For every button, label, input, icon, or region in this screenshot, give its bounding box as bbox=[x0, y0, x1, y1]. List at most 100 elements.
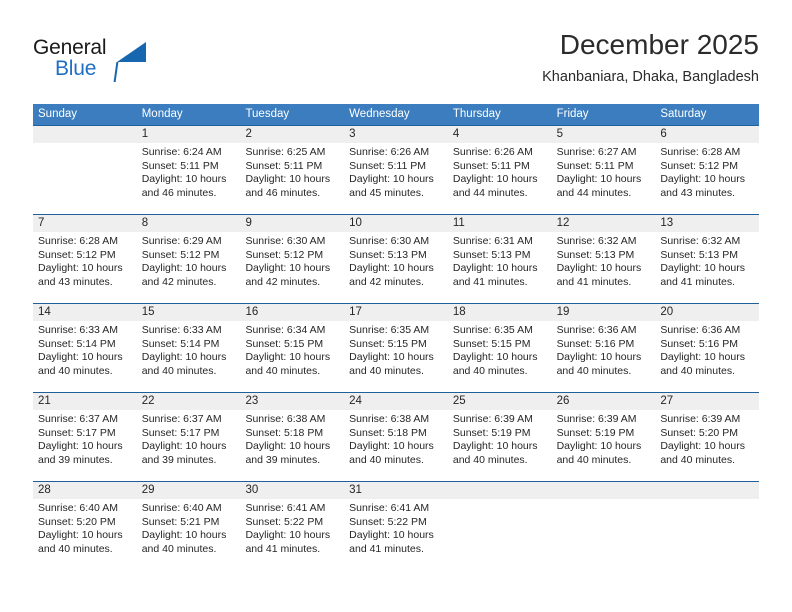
sunset-line: Sunset: 5:13 PM bbox=[349, 248, 427, 261]
day-cell[interactable]: Sunrise: 6:33 AM Sunset: 5:14 PM Dayligh… bbox=[137, 321, 241, 392]
sunrise-line: Sunrise: 6:40 AM bbox=[141, 502, 222, 514]
daylight-line-1: Daylight: 10 hours bbox=[452, 262, 538, 275]
day-number bbox=[552, 482, 656, 499]
daylight-line-2: and 40 minutes. bbox=[349, 453, 424, 466]
daylight-line-2: and 43 minutes. bbox=[660, 186, 736, 199]
calendar-week-row: 21 22 23 24 25 26 27 Sunrise: 6:37 AM Su… bbox=[33, 392, 759, 481]
day-cell[interactable]: Sunrise: 6:28 AM Sunset: 5:12 PM Dayligh… bbox=[33, 232, 137, 303]
day-number: 27 bbox=[660, 395, 674, 407]
daylight-line-1: Daylight: 10 hours bbox=[245, 173, 331, 186]
day-cell[interactable]: Sunrise: 6:25 AM Sunset: 5:11 PM Dayligh… bbox=[240, 143, 344, 214]
day-cell[interactable] bbox=[655, 499, 759, 570]
daylight-line-1: Daylight: 10 hours bbox=[452, 173, 538, 186]
day-number: 30 bbox=[245, 484, 259, 496]
day-cell[interactable]: Sunrise: 6:37 AM Sunset: 5:17 PM Dayligh… bbox=[137, 410, 241, 481]
day-cell[interactable]: Sunrise: 6:26 AM Sunset: 5:11 PM Dayligh… bbox=[344, 143, 448, 214]
day-cell[interactable] bbox=[552, 499, 656, 570]
day-cell[interactable]: Sunrise: 6:39 AM Sunset: 5:19 PM Dayligh… bbox=[552, 410, 656, 481]
day-cell[interactable]: Sunrise: 6:36 AM Sunset: 5:16 PM Dayligh… bbox=[655, 321, 759, 392]
day-cell[interactable]: Sunrise: 6:38 AM Sunset: 5:18 PM Dayligh… bbox=[344, 410, 448, 481]
sunset-line: Sunset: 5:12 PM bbox=[660, 159, 738, 172]
sunset-line: Sunset: 5:12 PM bbox=[141, 248, 220, 261]
calendar-grid: Sunday Monday Tuesday Wednesday Thursday… bbox=[33, 104, 759, 570]
sunrise-line: Sunrise: 6:33 AM bbox=[141, 324, 222, 336]
day-cell[interactable]: Sunrise: 6:37 AM Sunset: 5:17 PM Dayligh… bbox=[33, 410, 137, 481]
day-number: 21 bbox=[38, 395, 51, 407]
day-cell[interactable]: Sunrise: 6:40 AM Sunset: 5:20 PM Dayligh… bbox=[33, 499, 137, 570]
day-cell[interactable]: Sunrise: 6:35 AM Sunset: 5:15 PM Dayligh… bbox=[448, 321, 552, 392]
daylight-line-2: and 40 minutes. bbox=[556, 364, 632, 377]
sunrise-line: Sunrise: 6:41 AM bbox=[245, 502, 326, 514]
daylight-line-1: Daylight: 10 hours bbox=[452, 351, 538, 364]
daylight-line-2: and 41 minutes. bbox=[556, 275, 632, 288]
day-cell[interactable] bbox=[448, 499, 552, 570]
day-cell[interactable]: Sunrise: 6:32 AM Sunset: 5:13 PM Dayligh… bbox=[552, 232, 656, 303]
day-cell[interactable] bbox=[33, 143, 137, 214]
day-cell[interactable]: Sunrise: 6:40 AM Sunset: 5:21 PM Dayligh… bbox=[137, 499, 241, 570]
day-cell[interactable]: Sunrise: 6:38 AM Sunset: 5:18 PM Dayligh… bbox=[240, 410, 344, 481]
sunrise-line: Sunrise: 6:30 AM bbox=[349, 235, 430, 247]
day-cell[interactable]: Sunrise: 6:30 AM Sunset: 5:13 PM Dayligh… bbox=[344, 232, 448, 303]
day-cell[interactable]: Sunrise: 6:39 AM Sunset: 5:20 PM Dayligh… bbox=[655, 410, 759, 481]
day-cell[interactable]: Sunrise: 6:35 AM Sunset: 5:15 PM Dayligh… bbox=[344, 321, 448, 392]
day-cell[interactable]: Sunrise: 6:27 AM Sunset: 5:11 PM Dayligh… bbox=[552, 143, 656, 214]
day-cell[interactable]: Sunrise: 6:39 AM Sunset: 5:19 PM Dayligh… bbox=[448, 410, 552, 481]
day-number: 6 bbox=[660, 128, 667, 140]
day-cell[interactable]: Sunrise: 6:34 AM Sunset: 5:15 PM Dayligh… bbox=[240, 321, 344, 392]
daylight-line-1: Daylight: 10 hours bbox=[349, 529, 434, 542]
daylight-line-2: and 40 minutes. bbox=[452, 453, 528, 466]
sunset-line: Sunset: 5:17 PM bbox=[141, 426, 220, 439]
daylight-line-1: Daylight: 10 hours bbox=[556, 173, 642, 186]
daylight-line-1: Daylight: 10 hours bbox=[38, 262, 123, 275]
day-cell[interactable]: Sunrise: 6:29 AM Sunset: 5:12 PM Dayligh… bbox=[137, 232, 241, 303]
daylight-line-2: and 40 minutes. bbox=[452, 364, 528, 377]
sunset-line: Sunset: 5:17 PM bbox=[38, 426, 116, 439]
daylight-line-2: and 40 minutes. bbox=[38, 542, 113, 555]
sunset-line: Sunset: 5:18 PM bbox=[245, 426, 324, 439]
day-number: 5 bbox=[556, 128, 563, 140]
day-content-row: Sunrise: 6:24 AM Sunset: 5:11 PM Dayligh… bbox=[33, 143, 759, 214]
day-number: 10 bbox=[349, 217, 362, 229]
general-blue-logo: General Blue bbox=[33, 36, 163, 88]
day-cell[interactable]: Sunrise: 6:26 AM Sunset: 5:11 PM Dayligh… bbox=[448, 143, 552, 214]
day-content-row: Sunrise: 6:33 AM Sunset: 5:14 PM Dayligh… bbox=[33, 321, 759, 392]
day-number: 23 bbox=[245, 395, 259, 407]
day-cell[interactable]: Sunrise: 6:24 AM Sunset: 5:11 PM Dayligh… bbox=[137, 143, 241, 214]
daylight-line-1: Daylight: 10 hours bbox=[141, 440, 227, 453]
day-cell[interactable]: Sunrise: 6:30 AM Sunset: 5:12 PM Dayligh… bbox=[240, 232, 344, 303]
date-number-band: 14 15 16 17 18 19 20 bbox=[33, 304, 759, 321]
daylight-line-1: Daylight: 10 hours bbox=[141, 262, 227, 275]
daylight-line-2: and 44 minutes. bbox=[452, 186, 528, 199]
day-cell[interactable]: Sunrise: 6:32 AM Sunset: 5:13 PM Dayligh… bbox=[655, 232, 759, 303]
daylight-line-2: and 41 minutes. bbox=[245, 542, 321, 555]
day-number: 17 bbox=[349, 306, 362, 318]
day-cell[interactable]: Sunrise: 6:28 AM Sunset: 5:12 PM Dayligh… bbox=[655, 143, 759, 214]
day-number bbox=[655, 482, 759, 499]
day-cell[interactable]: Sunrise: 6:41 AM Sunset: 5:22 PM Dayligh… bbox=[240, 499, 344, 570]
day-cell[interactable]: Sunrise: 6:41 AM Sunset: 5:22 PM Dayligh… bbox=[344, 499, 448, 570]
weekday-header-row: Sunday Monday Tuesday Wednesday Thursday… bbox=[33, 104, 759, 125]
weekday-header-wednesday: Wednesday bbox=[349, 108, 410, 120]
day-cell[interactable]: Sunrise: 6:36 AM Sunset: 5:16 PM Dayligh… bbox=[552, 321, 656, 392]
weekday-header-saturday: Saturday bbox=[660, 108, 707, 120]
sunset-line: Sunset: 5:11 PM bbox=[245, 159, 323, 172]
date-number-band: 7 8 9 10 11 12 13 bbox=[33, 215, 759, 232]
daylight-line-1: Daylight: 10 hours bbox=[660, 173, 745, 186]
sunrise-line: Sunrise: 6:24 AM bbox=[141, 146, 222, 158]
sunset-line: Sunset: 5:19 PM bbox=[556, 426, 635, 439]
sunrise-line: Sunrise: 6:30 AM bbox=[245, 235, 326, 247]
day-cell[interactable]: Sunrise: 6:31 AM Sunset: 5:13 PM Dayligh… bbox=[448, 232, 552, 303]
sunrise-line: Sunrise: 6:37 AM bbox=[141, 413, 222, 425]
day-number: 22 bbox=[141, 395, 155, 407]
day-number: 8 bbox=[141, 217, 149, 229]
sunset-line: Sunset: 5:16 PM bbox=[556, 337, 635, 350]
day-cell[interactable]: Sunrise: 6:33 AM Sunset: 5:14 PM Dayligh… bbox=[33, 321, 137, 392]
sunrise-line: Sunrise: 6:26 AM bbox=[452, 146, 533, 158]
daylight-line-1: Daylight: 10 hours bbox=[245, 262, 331, 275]
sunrise-line: Sunrise: 6:33 AM bbox=[38, 324, 118, 336]
sunrise-line: Sunrise: 6:34 AM bbox=[245, 324, 326, 336]
daylight-line-2: and 42 minutes. bbox=[349, 275, 424, 288]
daylight-line-2: and 46 minutes. bbox=[245, 186, 321, 199]
sunrise-line: Sunrise: 6:38 AM bbox=[245, 413, 326, 425]
sunrise-line: Sunrise: 6:40 AM bbox=[38, 502, 118, 514]
